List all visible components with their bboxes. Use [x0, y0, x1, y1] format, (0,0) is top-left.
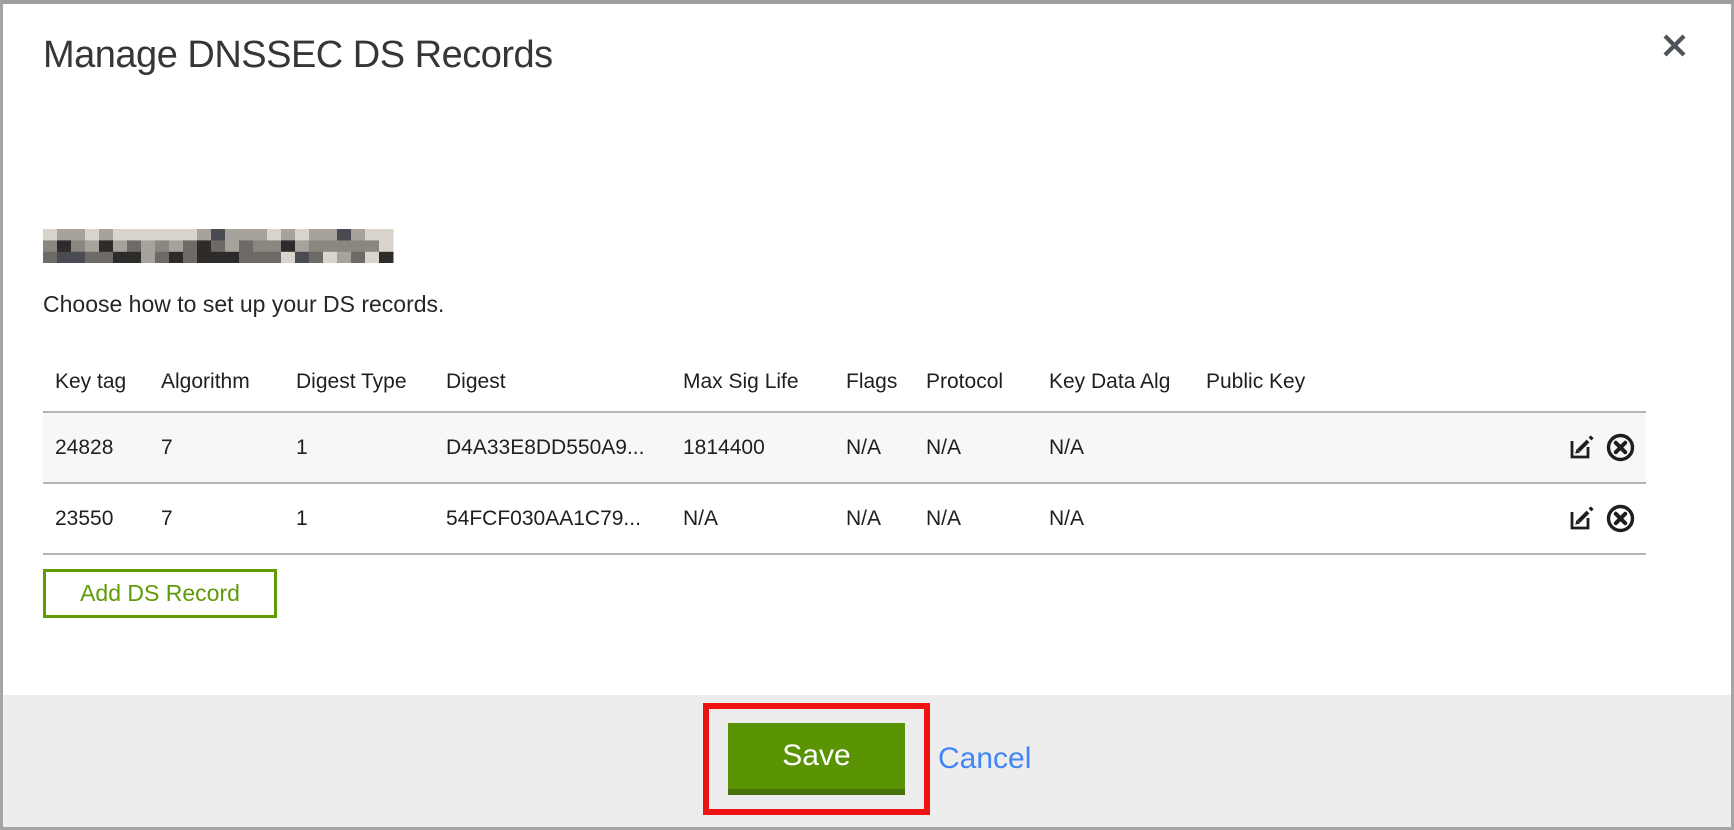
add-ds-record-button[interactable]: Add DS Record	[43, 569, 277, 618]
domain-name-redacted	[43, 229, 399, 263]
table-cell: 1814400	[683, 412, 846, 483]
table-row: 2482871D4A33E8DD550A9...1814400N/AN/AN/A	[43, 412, 1646, 483]
close-icon[interactable]	[1659, 30, 1689, 60]
footer-actions: Save Cancel	[703, 703, 1031, 815]
row-actions-cell	[1391, 483, 1646, 554]
col-header-max-sig-life: Max Sig Life	[683, 318, 846, 412]
table-cell: N/A	[1049, 412, 1206, 483]
table-body: 2482871D4A33E8DD550A9...1814400N/AN/AN/A…	[43, 412, 1646, 554]
table-cell: 24828	[43, 412, 161, 483]
table-cell: 23550	[43, 483, 161, 554]
red-highlight-annotation: Save	[703, 703, 930, 815]
col-header-flags: Flags	[846, 318, 926, 412]
col-header-algorithm: Algorithm	[161, 318, 296, 412]
page-title: Manage DNSSEC DS Records	[43, 34, 1687, 77]
col-header-actions	[1391, 318, 1646, 412]
table-header-row: Key tag Algorithm Digest Type Digest Max…	[43, 318, 1646, 412]
table-cell: N/A	[1049, 483, 1206, 554]
table-cell: N/A	[926, 412, 1049, 483]
edit-pencil-icon	[1568, 505, 1595, 532]
table-cell: N/A	[846, 483, 926, 554]
ds-records-table: Key tag Algorithm Digest Type Digest Max…	[43, 318, 1646, 555]
table-cell: 7	[161, 483, 296, 554]
circle-x-delete-icon	[1605, 503, 1636, 534]
row-actions-cell	[1391, 412, 1646, 483]
table-cell	[1206, 483, 1391, 554]
dialog-content: Manage DNSSEC DS Records Choose how to s…	[3, 4, 1731, 695]
close-x-glyph	[1661, 32, 1688, 59]
delete-record-button[interactable]	[1603, 432, 1638, 463]
col-header-protocol: Protocol	[926, 318, 1049, 412]
col-header-key-tag: Key tag	[43, 318, 161, 412]
dialog-footer: Save Cancel	[3, 695, 1731, 827]
table-cell: N/A	[926, 483, 1049, 554]
save-button[interactable]: Save	[728, 723, 905, 795]
cancel-link[interactable]: Cancel	[938, 742, 1031, 776]
col-header-key-data-alg: Key Data Alg	[1049, 318, 1206, 412]
col-header-digest-type: Digest Type	[296, 318, 446, 412]
table-row: 235507154FCF030AA1C79...N/AN/AN/AN/A	[43, 483, 1646, 554]
col-header-digest: Digest	[446, 318, 683, 412]
table-cell	[1206, 412, 1391, 483]
edit-pencil-icon	[1568, 434, 1595, 461]
table-cell: N/A	[683, 483, 846, 554]
table-cell: D4A33E8DD550A9...	[446, 412, 683, 483]
edit-record-button[interactable]	[1566, 505, 1597, 532]
delete-record-button[interactable]	[1603, 503, 1638, 534]
edit-record-button[interactable]	[1566, 434, 1597, 461]
col-header-public-key: Public Key	[1206, 318, 1391, 412]
table-cell: 1	[296, 483, 446, 554]
circle-x-delete-icon	[1605, 432, 1636, 463]
table-cell: N/A	[846, 412, 926, 483]
table-cell: 7	[161, 412, 296, 483]
table-cell: 1	[296, 412, 446, 483]
intro-text: Choose how to set up your DS records.	[43, 291, 1687, 318]
table-cell: 54FCF030AA1C79...	[446, 483, 683, 554]
